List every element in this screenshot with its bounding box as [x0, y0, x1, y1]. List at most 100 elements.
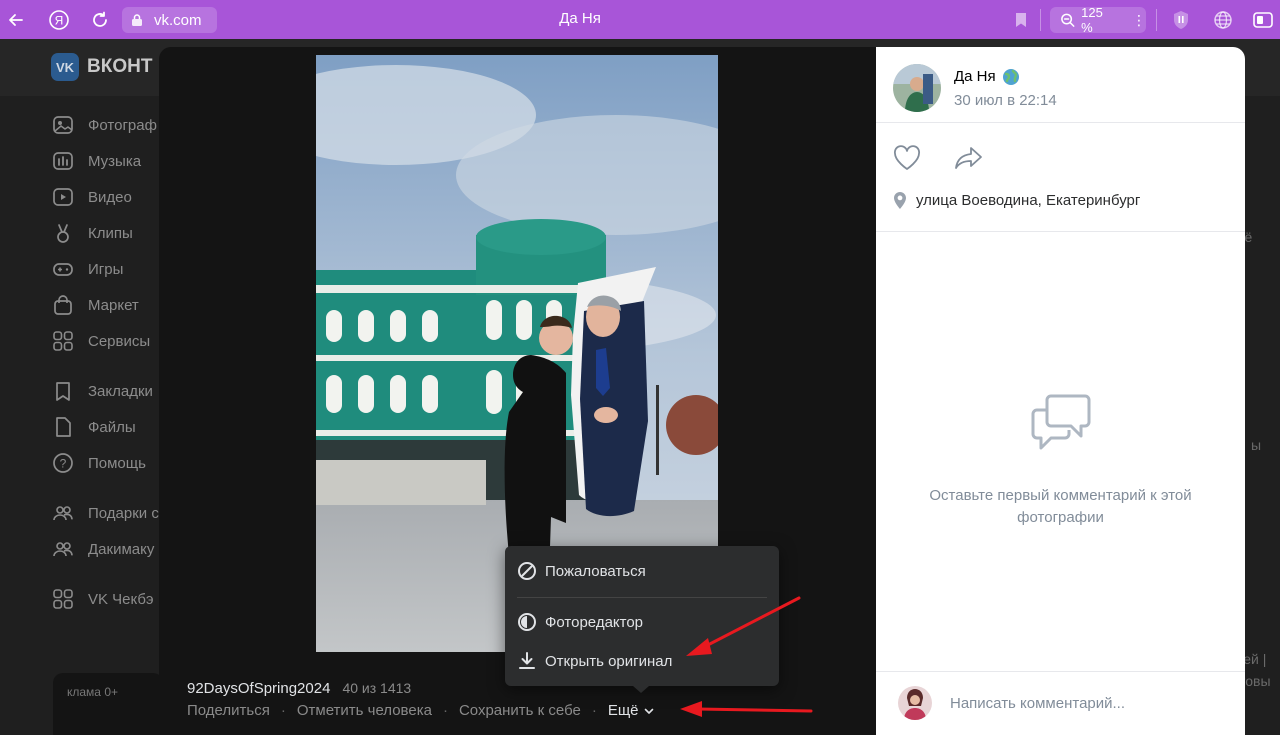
current-user-avatar — [898, 686, 932, 720]
sidebar-item-clips[interactable]: Клипы — [52, 215, 172, 251]
sidebar-item-files[interactable]: Файлы — [52, 409, 172, 445]
file-icon — [56, 417, 71, 437]
sidebar-item-services[interactable]: Сервисы — [52, 323, 172, 359]
group-icon — [53, 542, 73, 557]
globe-icon[interactable] — [1211, 8, 1235, 32]
comment-bar — [876, 671, 1245, 735]
sidebar-item-games[interactable]: Игры — [52, 251, 172, 287]
photo-actions: Поделиться · Отметить человека · Сохрани… — [187, 702, 655, 719]
like-icon[interactable] — [893, 145, 921, 171]
sidebar-item-gifts-group[interactable]: Подарки с — [52, 495, 172, 531]
photo-caption: 92DaysOfSpring2024 40 из 1413 — [187, 680, 411, 697]
video-icon — [53, 188, 73, 206]
sidebar-item-help[interactable]: ? Помощь — [52, 445, 172, 481]
tab-title: Да Ня — [559, 10, 601, 27]
bookmark-icon — [56, 382, 70, 401]
ad-label: клама 0+ — [67, 685, 118, 699]
sidebar-item-label: Дакимаку — [88, 540, 155, 558]
sidebar-toggle-icon[interactable] — [1251, 8, 1275, 32]
sidebar-item-label: Сервисы — [88, 332, 151, 350]
zoom-icon — [1061, 13, 1075, 27]
menu-divider — [517, 597, 767, 598]
menu-item-open-original[interactable]: Открыть оригинал — [517, 649, 672, 673]
services-icon — [53, 589, 73, 609]
sidebar-item-bookmarks[interactable]: Закладки — [52, 373, 172, 409]
sidebar-item-label: Видео — [88, 188, 132, 206]
empty-comments-text: Оставьте первый комментарий к этой фотог… — [929, 487, 1192, 526]
music-icon — [53, 152, 73, 170]
vk-logo[interactable]: VK ВКОНТ — [51, 53, 152, 81]
bookmark-page-icon[interactable] — [1009, 8, 1033, 32]
group-icon — [53, 506, 73, 521]
author-name-text: Да Ня — [954, 68, 996, 85]
sidebar-item-label: Файлы — [88, 418, 136, 436]
post-date[interactable]: 30 июл в 22:14 — [954, 92, 1057, 109]
comment-input[interactable] — [950, 694, 1210, 712]
zoom-control[interactable]: 125 % ⋮ — [1050, 5, 1146, 35]
author-block: Да Ня 30 июл в 22:14 — [893, 64, 1057, 112]
empty-comments-placeholder: Оставьте первый комментарий к этой фотог… — [876, 392, 1245, 529]
panel-divider — [876, 231, 1245, 232]
more-label: Ещё — [607, 702, 639, 719]
clips-icon — [57, 224, 69, 243]
chevron-down-icon — [644, 708, 653, 714]
sidebar-item-label: Закладки — [88, 382, 153, 400]
location-pin-icon — [894, 192, 906, 209]
location-text: улица Воеводина, Екатеринбург — [916, 192, 1141, 209]
left-sidebar: Фотограф Музыка Видео Клипы Игры Маркет … — [52, 107, 172, 617]
share-icon[interactable] — [954, 145, 984, 171]
sidebar-item-label: Музыка — [88, 152, 142, 170]
sidebar-item-vk-checkback[interactable]: VK Чекбэ — [52, 581, 172, 617]
ad-block[interactable]: клама 0+ — [53, 673, 163, 735]
sidebar-item-video[interactable]: Видео — [52, 179, 172, 215]
sidebar-item-label: Помощь — [88, 454, 146, 472]
author-avatar[interactable] — [893, 64, 941, 112]
sidebar-item-label: Подарки с — [88, 504, 159, 522]
toolbar-divider — [1156, 9, 1157, 31]
peek-text: ы — [1251, 437, 1262, 453]
help-icon: ? — [53, 453, 73, 473]
globe-emoji-icon — [1002, 68, 1019, 85]
menu-item-report[interactable]: Пожаловаться — [517, 559, 646, 583]
share-link[interactable]: Поделиться — [187, 702, 270, 719]
more-dropdown-menu: Пожаловаться Фоторедактор Открыть оригин… — [505, 546, 779, 693]
photo-editor-icon — [518, 613, 536, 631]
sidebar-item-label: Фотограф — [88, 116, 157, 134]
menu-item-label: Пожаловаться — [545, 562, 646, 580]
sidebar-item-label: Игры — [88, 260, 124, 278]
photo-info-panel: Да Ня 30 июл в 22:14 улица Воеводина, Ек… — [876, 47, 1245, 735]
more-vert-icon[interactable]: ⋮ — [1132, 12, 1146, 29]
photo-counter: 40 из 1413 — [342, 680, 412, 696]
author-name[interactable]: Да Ня — [954, 68, 1057, 86]
separator-dot: · — [442, 702, 448, 719]
save-to-self-link[interactable]: Сохранить к себе — [459, 702, 581, 719]
games-icon — [53, 263, 73, 276]
separator-dot: · — [280, 702, 286, 719]
block-icon — [518, 562, 536, 580]
menu-item-label: Открыть оригинал — [545, 652, 673, 670]
download-icon — [519, 652, 535, 669]
services-icon — [53, 331, 73, 351]
vk-logo-text: ВКОНТ — [87, 56, 153, 77]
sidebar-item-market[interactable]: Маркет — [52, 287, 172, 323]
album-title[interactable]: 92DaysOfSpring2024 — [187, 680, 330, 697]
panel-divider — [876, 122, 1245, 123]
menu-item-label: Фоторедактор — [545, 613, 644, 631]
right-column-peek: щё ы тей | товы — [1233, 39, 1280, 735]
vk-logo-icon: VK — [51, 53, 79, 81]
sidebar-item-photos[interactable]: Фотограф — [52, 107, 172, 143]
shield-icon[interactable] — [1169, 8, 1193, 32]
sidebar-item-music[interactable]: Музыка — [52, 143, 172, 179]
comments-icon — [1031, 394, 1090, 450]
sidebar-item-dakimakura-group[interactable]: Дакимаку — [52, 531, 172, 567]
separator-dot: · — [591, 702, 597, 719]
menu-item-photo-editor[interactable]: Фоторедактор — [517, 610, 643, 634]
more-button[interactable]: Ещё — [608, 702, 655, 719]
location[interactable]: улица Воеводина, Екатеринбург — [894, 192, 1140, 209]
market-icon — [54, 295, 72, 315]
tag-person-link[interactable]: Отметить человека — [297, 702, 432, 719]
zoom-level: 125 % — [1081, 5, 1103, 35]
photo-icon — [53, 116, 73, 134]
svg-text:?: ? — [60, 457, 67, 471]
sidebar-item-label: Маркет — [88, 296, 139, 314]
